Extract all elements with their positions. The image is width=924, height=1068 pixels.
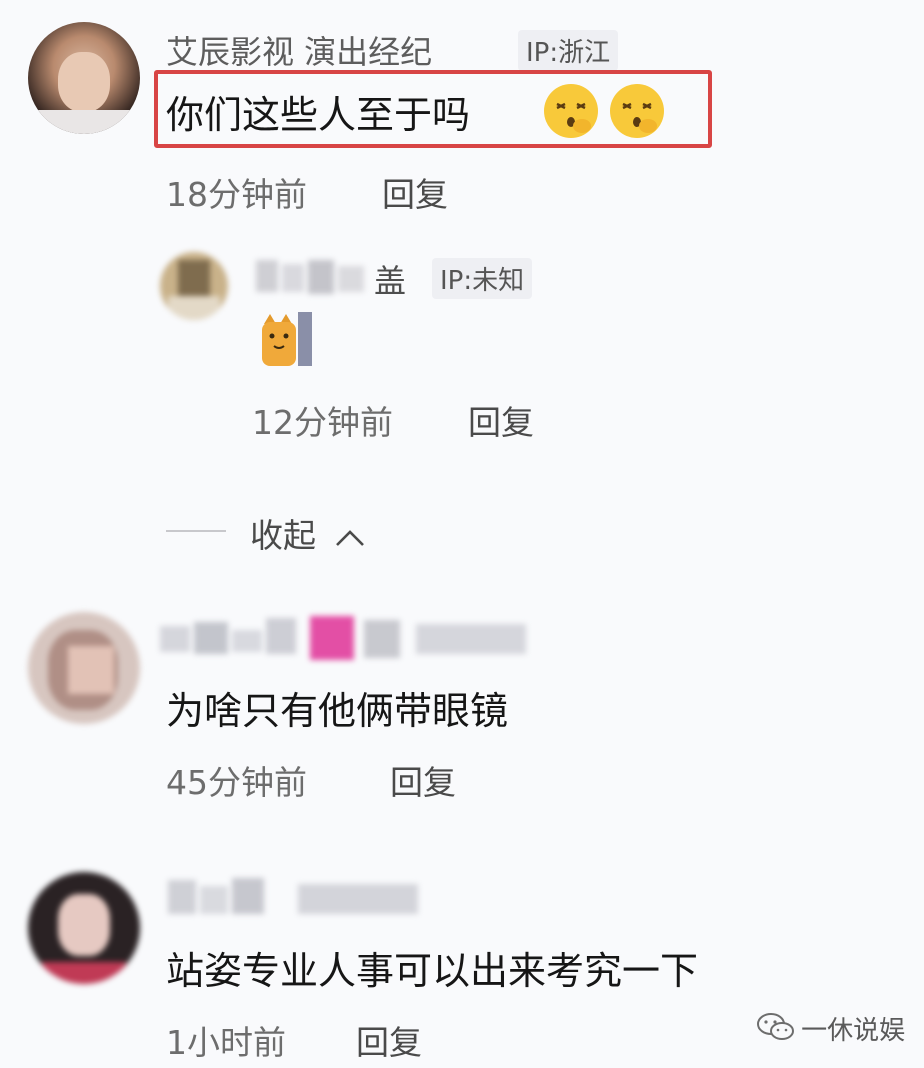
collapse-divider bbox=[166, 530, 226, 532]
reply-button[interactable]: 回复 bbox=[356, 1016, 422, 1064]
collapse-label: 收起 bbox=[250, 516, 316, 555]
comment-time: 12分钟前 bbox=[252, 403, 393, 442]
reply-button[interactable]: 回复 bbox=[468, 396, 534, 444]
cat-sticker-icon bbox=[258, 310, 314, 368]
watermark: 一休说娱 bbox=[756, 1010, 905, 1047]
collapse-button[interactable]: 收起 bbox=[250, 509, 367, 557]
watermark-label: 一休说娱 bbox=[801, 1016, 906, 1046]
ip-location-badge: IP:浙江 bbox=[518, 30, 619, 71]
blurred-username[interactable] bbox=[256, 256, 368, 296]
comment-time: 1小时前 bbox=[166, 1023, 286, 1062]
avatar[interactable] bbox=[28, 22, 140, 134]
comment-text: 为啥只有他俩带眼镜 bbox=[166, 689, 509, 733]
commenter-name[interactable]: 艾辰影视 演出经纪 bbox=[166, 27, 432, 73]
hushed-face-icon bbox=[608, 82, 666, 140]
comment-time: 18分钟前 bbox=[166, 175, 307, 214]
comment-text: 站姿专业人事可以出来考究一下 bbox=[166, 949, 699, 993]
reply-button[interactable]: 回复 bbox=[382, 168, 448, 216]
blurred-username[interactable] bbox=[168, 872, 428, 920]
avatar[interactable] bbox=[28, 612, 140, 724]
chevron-up-icon bbox=[333, 518, 367, 557]
avatar[interactable] bbox=[160, 252, 228, 320]
comment-text: 你们这些人至于吗 bbox=[166, 93, 471, 137]
comment-time: 45分钟前 bbox=[166, 763, 307, 802]
avatar[interactable] bbox=[28, 872, 140, 984]
hushed-face-icon bbox=[542, 82, 600, 140]
reply-button[interactable]: 回复 bbox=[390, 756, 456, 804]
wechat-icon bbox=[756, 1011, 796, 1047]
commenter-name[interactable]: 盖 bbox=[374, 256, 406, 302]
blurred-username[interactable] bbox=[160, 612, 540, 664]
ip-location-badge: IP:未知 bbox=[432, 258, 533, 299]
